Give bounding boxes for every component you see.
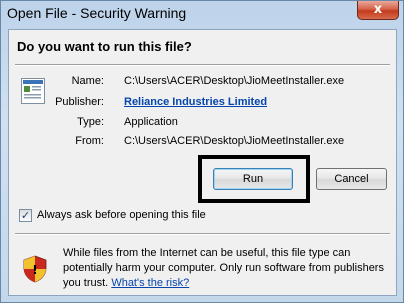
dialog-heading: Do you want to run this file? — [17, 39, 192, 54]
window-title: Open File - Security Warning — [7, 5, 187, 21]
warning-divider — [15, 233, 390, 235]
dialog-body: Do you want to run this file? Name: C:\U… — [8, 29, 397, 296]
warning-message: While files from the Internet can be use… — [63, 246, 388, 291]
name-label: Name: — [71, 75, 104, 87]
heading-divider — [15, 64, 390, 66]
security-warning-dialog: Open File - Security Warning x Do you wa… — [0, 0, 404, 303]
security-shield-icon: ! — [23, 255, 47, 283]
whats-the-risk-link[interactable]: What's the risk? — [111, 277, 189, 289]
name-value: C:\Users\ACER\Desktop\JioMeetInstaller.e… — [124, 75, 345, 87]
cancel-button[interactable]: Cancel — [316, 168, 387, 190]
svg-text:!: ! — [32, 263, 37, 277]
publisher-label: Publisher: — [55, 96, 104, 108]
always-ask-checkbox[interactable]: ✓ — [19, 209, 32, 222]
type-value: Application — [124, 116, 178, 128]
publisher-link[interactable]: Reliance Industries Limited — [124, 96, 267, 108]
close-icon: x — [373, 2, 383, 17]
type-label: Type: — [77, 116, 104, 128]
title-bar[interactable]: Open File - Security Warning x — [1, 1, 403, 29]
close-button[interactable]: x — [357, 1, 399, 20]
always-ask-label[interactable]: Always ask before opening this file — [37, 209, 206, 221]
run-button[interactable]: Run — [213, 168, 293, 190]
from-label: From: — [75, 135, 104, 147]
from-value: C:\Users\ACER\Desktop\JioMeetInstaller.e… — [124, 135, 345, 147]
